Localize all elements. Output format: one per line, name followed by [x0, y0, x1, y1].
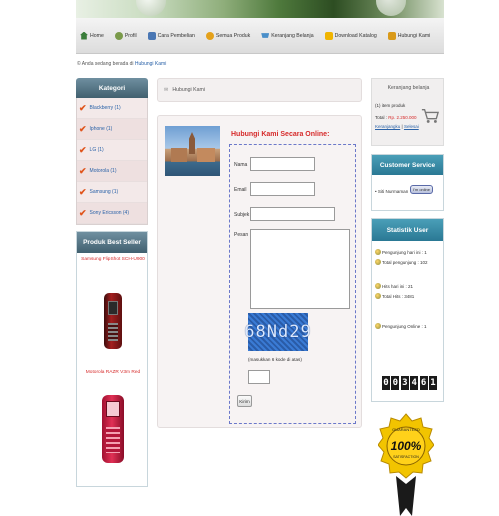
captcha-note: (masukkan 6 kode di atas) — [248, 357, 302, 362]
right-sidebar: Keranjang belanja (1) item produk Total … — [371, 78, 444, 402]
check-icon: ✔ — [79, 186, 87, 197]
cart-box: Keranjang belanja (1) item produk Total … — [371, 78, 444, 146]
email-label: Email — [234, 187, 247, 193]
captcha-input[interactable] — [248, 370, 270, 384]
left-sidebar: Kategori ✔ Blackberry (1) ✔ Iphone (1) ✔ LG… — [76, 78, 148, 487]
product-link-motorola[interactable]: Motorola RAZR V3m Red — [77, 370, 149, 375]
customer-service-title: Customer Service — [372, 155, 443, 175]
subjek-input[interactable] — [250, 207, 335, 221]
category-item-lg[interactable]: ✔ LG (1) — [77, 140, 147, 161]
cart-title: Keranjang belanja — [387, 85, 430, 91]
banner-decoration — [136, 0, 166, 16]
guide-icon — [147, 31, 156, 40]
profile-icon — [114, 31, 123, 40]
kategori-title: Kategori — [76, 78, 148, 98]
stat-online: Pengunjung Online : 1 — [375, 323, 427, 329]
check-icon: ✔ — [79, 165, 87, 176]
contact-icon — [387, 31, 396, 40]
nav-home[interactable]: Home — [80, 31, 104, 40]
hit-counter: 0 0 3 4 6 1 — [382, 376, 437, 390]
satisfaction-guarantee-seal: GUARANTEED 100% SATISFACTION — [378, 413, 434, 516]
user-icon — [375, 293, 381, 299]
main-content: ✉ Hubungi Kami Hubungi Kami Secara Onlin… — [157, 78, 362, 428]
nama-label: Nama — [234, 162, 248, 168]
category-item-samsung[interactable]: ✔ Samsung (1) — [77, 182, 147, 203]
nav-cara-pembelian[interactable]: Cara Pembelian — [147, 31, 195, 40]
statistik-title: Statistik User — [372, 219, 443, 241]
nav-download-katalog[interactable]: Download Katalog — [324, 31, 377, 40]
user-icon — [375, 249, 381, 255]
user-icon — [375, 323, 381, 329]
stat-hits-total: Total Hits : 3481 — [375, 293, 414, 299]
captcha-image: 68Nd29 — [244, 313, 311, 351]
check-icon: ✔ — [79, 144, 87, 155]
pesan-label: Pesan — [234, 232, 249, 238]
form-heading: Hubungi Kami Secara Online: — [231, 131, 330, 138]
main-navbar: Home Profil Cara Pembelian Semua Produk … — [76, 18, 444, 54]
customer-service-box: Customer Service • Siti Nurmaman I'm onl… — [371, 154, 444, 211]
nav-semua-produk[interactable]: Semua Produk — [205, 31, 250, 40]
nav-keranjang[interactable]: Keranjang Belanja — [261, 32, 314, 40]
church-photo — [165, 126, 220, 176]
home-icon — [80, 31, 88, 40]
product-link-samsung[interactable]: Samsung FlipShot SCH-U900 — [77, 257, 149, 262]
statistik-box: Statistik User Pengunjung hari ini : 1 T… — [371, 218, 444, 402]
cart-icon — [261, 33, 270, 38]
category-item-blackberry[interactable]: ✔ Blackberry (1) — [77, 98, 147, 119]
contact-panel: Hubungi Kami Secara Online: Nama Email S… — [157, 115, 362, 428]
user-icon — [375, 283, 381, 289]
stat-visitors-total: Total pengunjung : 102 — [375, 259, 428, 265]
best-seller-box: Produk Best Seller Samsung FlipShot SCH-… — [76, 231, 148, 487]
category-item-iphone[interactable]: ✔ Iphone (1) — [77, 119, 147, 140]
pesan-textarea[interactable] — [250, 229, 350, 309]
category-item-motorola[interactable]: ✔ Motorola (1) — [77, 161, 147, 182]
svg-text:SATISFACTION: SATISFACTION — [393, 455, 419, 459]
stat-visitors-today: Pengunjung hari ini : 1 — [375, 249, 427, 255]
email-input[interactable] — [250, 182, 315, 196]
nav-profil[interactable]: Profil — [114, 31, 137, 40]
cart-total: Total : Rp. 2.250.000 — [375, 115, 417, 120]
check-icon: ✔ — [79, 123, 87, 134]
banner-decoration — [376, 0, 406, 16]
header-banner — [76, 0, 444, 18]
product-image-motorola[interactable] — [102, 395, 124, 463]
download-icon — [324, 31, 333, 40]
cart-checkout-link[interactable]: Selesai — [404, 124, 419, 129]
kirim-button[interactable]: Kirim — [237, 395, 252, 407]
contact-icon: ✉ — [164, 87, 169, 93]
product-icon — [205, 31, 214, 40]
subjek-label: Subjek — [234, 212, 250, 218]
breadcrumb-link[interactable]: Hubungi Kami — [135, 61, 166, 67]
cart-items-count: (1) item produk — [375, 103, 406, 108]
product-image-samsung[interactable] — [104, 293, 122, 349]
ym-online-badge[interactable]: I'm online — [410, 185, 433, 194]
shopping-cart-icon — [421, 109, 439, 123]
nav-hubungi-kami[interactable]: Hubungi Kami — [387, 31, 430, 40]
breadcrumb: © Anda sedang berada di Hubungi Kami — [77, 61, 167, 67]
check-icon: ✔ — [79, 207, 87, 218]
category-item-sony-ericsson[interactable]: ✔ Sony Ericsson (4) — [77, 203, 147, 224]
svg-text:100%: 100% — [391, 439, 422, 453]
svg-text:GUARANTEED: GUARANTEED — [392, 427, 420, 432]
cs-agent-name: • Siti Nurmaman — [375, 189, 409, 194]
kategori-list: ✔ Blackberry (1) ✔ Iphone (1) ✔ LG (1) ✔ Mot… — [76, 98, 148, 225]
user-icon — [375, 259, 381, 265]
page-title: ✉ Hubungi Kami — [157, 78, 362, 102]
best-seller-title: Produk Best Seller — [77, 232, 147, 253]
stat-hits-today: Hits hari ini : 21 — [375, 283, 413, 289]
nama-input[interactable] — [250, 157, 315, 171]
check-icon: ✔ — [79, 102, 87, 113]
cart-view-link[interactable]: Keranjangku — [375, 124, 400, 129]
cart-links: Keranjangku | Selesai — [375, 124, 419, 129]
contact-form: Nama Email Subjek Pesan 68Nd29 (masukkan… — [229, 144, 356, 424]
